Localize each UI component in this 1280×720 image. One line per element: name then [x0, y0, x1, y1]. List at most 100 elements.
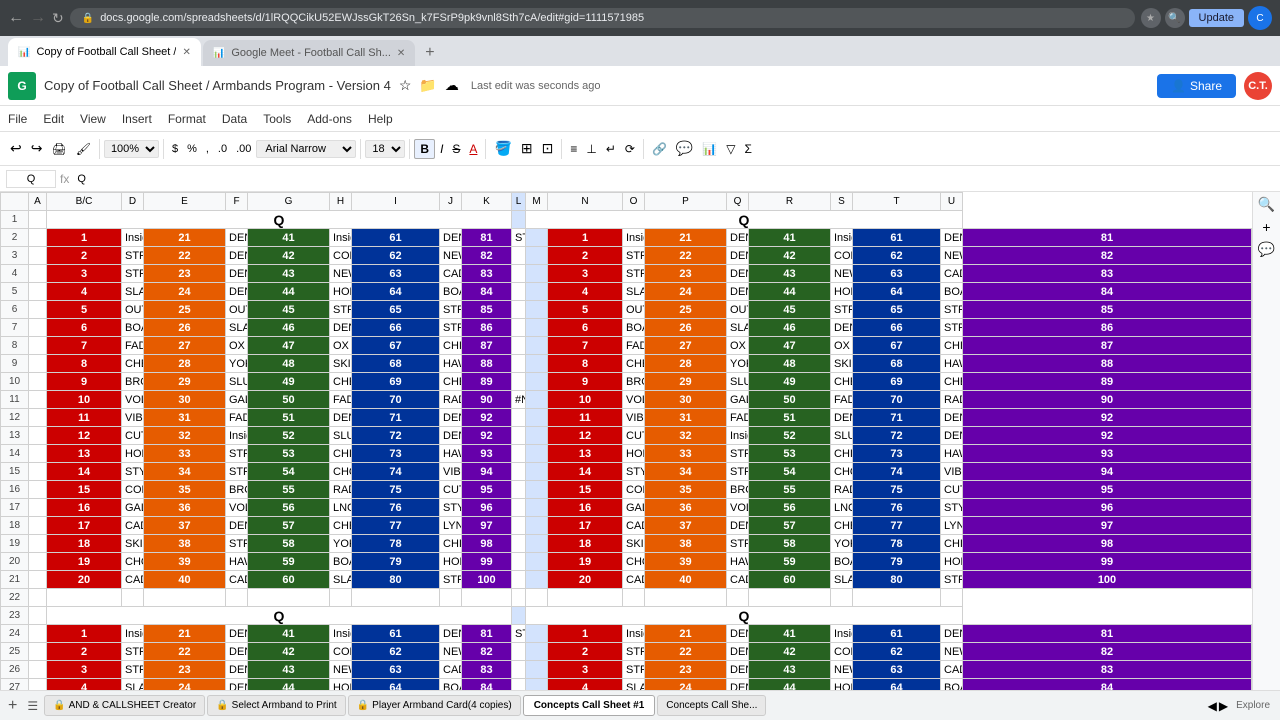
table-cell[interactable]: COLT — [831, 247, 853, 265]
table-cell[interactable]: 48 — [749, 355, 831, 373]
table-cell[interactable]: STRETCH (F) — [727, 445, 749, 463]
table-cell[interactable]: 53 — [749, 445, 831, 463]
table-cell[interactable]: 81 — [963, 229, 1252, 247]
table-cell[interactable]: COLT — [330, 643, 352, 661]
table-cell[interactable]: NEWPORT — [330, 265, 352, 283]
table-cell[interactable] — [226, 589, 248, 607]
undo-button[interactable]: ↩ — [6, 138, 26, 159]
table-cell[interactable] — [526, 283, 548, 301]
percent-button[interactable]: % — [183, 141, 201, 157]
table-cell[interactable]: 85 — [963, 301, 1252, 319]
menu-data[interactable]: Data — [214, 109, 255, 129]
table-cell[interactable]: NEWPORT — [831, 661, 853, 679]
table-cell[interactable]: YOKE — [330, 535, 352, 553]
table-cell[interactable]: RADAR — [831, 481, 853, 499]
table-cell[interactable] — [526, 301, 548, 319]
table-cell[interactable]: 30 — [144, 391, 226, 409]
table-cell[interactable]: FADE — [727, 409, 749, 427]
table-cell[interactable]: 64 — [352, 283, 440, 301]
table-cell[interactable]: 19 — [47, 553, 122, 571]
table-cell[interactable]: 63 — [352, 265, 440, 283]
table-cell[interactable] — [29, 355, 47, 373]
col-I[interactable]: I — [352, 193, 440, 211]
table-cell[interactable]: LNCH COLO. — [330, 499, 352, 517]
col-D[interactable]: D — [122, 193, 144, 211]
table-cell[interactable] — [526, 427, 548, 445]
table-cell[interactable]: 42 — [749, 643, 831, 661]
table-cell[interactable] — [29, 571, 47, 589]
table-cell[interactable]: Inside Zone — [122, 229, 144, 247]
table-cell[interactable]: SKINNY — [122, 535, 144, 553]
table-cell[interactable]: 14 — [47, 463, 122, 481]
table-cell[interactable]: 62 — [853, 247, 941, 265]
table-cell[interactable]: STRIP — [941, 571, 963, 589]
table-cell[interactable]: NEWPORT — [941, 643, 963, 661]
col-E[interactable]: E — [144, 193, 226, 211]
table-cell[interactable]: STRETCH (F) — [122, 265, 144, 283]
table-cell[interactable]: 12 — [548, 427, 623, 445]
table-cell[interactable]: 83 — [462, 661, 512, 679]
table-cell[interactable]: FADE — [831, 391, 853, 409]
table-cell[interactable]: 96 — [963, 499, 1252, 517]
table-cell[interactable]: 40 — [645, 571, 727, 589]
table-cell[interactable] — [853, 589, 941, 607]
col-L[interactable]: L — [512, 193, 526, 211]
next-sheet-button[interactable]: ▶ — [1219, 699, 1228, 713]
table-cell[interactable]: SLANT — [330, 571, 352, 589]
table-cell[interactable] — [29, 427, 47, 445]
col-K[interactable]: K — [462, 193, 512, 211]
table-cell[interactable]: BOAT — [941, 679, 963, 691]
table-cell[interactable]: COLT — [122, 481, 144, 499]
col-R[interactable]: R — [749, 193, 831, 211]
table-cell[interactable]: 83 — [963, 661, 1252, 679]
table-cell[interactable] — [512, 679, 526, 691]
table-cell[interactable]: 23 — [144, 265, 226, 283]
table-cell[interactable]: 42 — [749, 247, 831, 265]
table-cell[interactable]: DENALI 231 JU — [226, 265, 248, 283]
table-cell[interactable]: 67 — [853, 337, 941, 355]
table-cell[interactable]: 38 — [144, 535, 226, 553]
menu-help[interactable]: Help — [360, 109, 401, 129]
table-cell[interactable]: NEWPORT — [440, 643, 462, 661]
table-cell[interactable]: 16 — [47, 499, 122, 517]
table-cell[interactable]: 5 — [548, 301, 623, 319]
table-cell[interactable] — [122, 589, 144, 607]
table-cell[interactable]: 99 — [963, 553, 1252, 571]
table-cell[interactable]: 19 — [548, 553, 623, 571]
table-cell[interactable]: 10 — [548, 391, 623, 409]
table-cell[interactable]: CHOICE — [122, 553, 144, 571]
table-cell[interactable]: 95 — [462, 481, 512, 499]
table-cell[interactable]: 24 — [645, 283, 727, 301]
table-cell[interactable]: STRETCH (B) — [226, 463, 248, 481]
table-cell[interactable]: 22 — [144, 247, 226, 265]
table-cell[interactable]: 74 — [853, 463, 941, 481]
table-cell[interactable]: 18 — [47, 535, 122, 553]
table-cell[interactable]: OUT — [623, 301, 645, 319]
col-M[interactable]: M — [526, 193, 548, 211]
table-cell[interactable]: VIBE — [941, 463, 963, 481]
table-cell[interactable]: 1 — [47, 229, 122, 247]
table-cell[interactable]: FADE — [226, 409, 248, 427]
table-cell[interactable]: CHINA — [941, 535, 963, 553]
sidebar-plus[interactable]: + — [1262, 219, 1270, 235]
table-cell[interactable]: Inside Zone — [330, 229, 352, 247]
menu-format[interactable]: Format — [160, 109, 214, 129]
table-cell[interactable]: 1 — [548, 625, 623, 643]
table-cell[interactable]: 66 — [853, 319, 941, 337]
table-cell[interactable]: STRETCH (F) — [330, 301, 352, 319]
table-cell[interactable]: 2 — [548, 643, 623, 661]
table-cell[interactable]: 13 — [548, 445, 623, 463]
table-cell[interactable]: 73 — [853, 445, 941, 463]
table-cell[interactable]: CHEVY — [122, 355, 144, 373]
cell-ref-input[interactable] — [6, 170, 56, 188]
table-cell[interactable]: 70 — [853, 391, 941, 409]
table-cell[interactable]: DENALI 213 — [727, 643, 749, 661]
table-cell[interactable] — [29, 607, 47, 625]
table-cell[interactable]: 66 — [352, 319, 440, 337]
merge-button[interactable]: ⊡ — [538, 138, 558, 159]
table-cell[interactable]: CHOICE — [623, 553, 645, 571]
sheet-tab-3[interactable]: 🔒 Player Armband Card(4 copies) — [348, 695, 521, 716]
table-cell[interactable]: CHINA — [330, 445, 352, 463]
table-cell[interactable]: 97 — [462, 517, 512, 535]
table-cell[interactable]: 35 — [645, 481, 727, 499]
